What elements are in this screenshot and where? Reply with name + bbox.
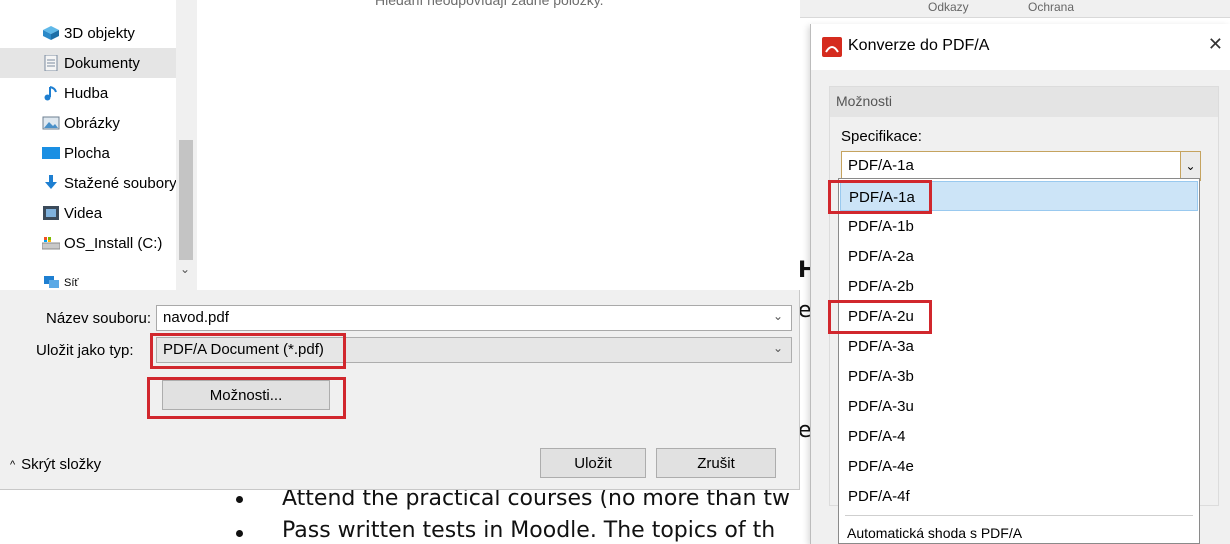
chevron-down-icon[interactable]: ⌄ [773,309,783,323]
chevron-down-icon[interactable]: ⌄ [180,262,190,276]
dropdown-option-pdfa-4f[interactable]: PDF/A-4f [840,481,1198,511]
folder-label: 3D objekty [64,24,135,42]
downloads-icon [45,175,57,189]
chevron-down-icon[interactable]: ⌄ [773,341,783,355]
folder-item-music[interactable]: Hudba [0,78,176,108]
dropdown-option-pdfa-3u[interactable]: PDF/A-3u [840,391,1198,421]
dropdown-separator [845,515,1193,516]
pdfa-dialog-title: Konverze do PDF/A [848,37,990,54]
network-icon [44,276,59,288]
folder-item-desktop[interactable]: Plocha [0,138,176,168]
folder-label: Dokumenty [64,54,140,72]
folder-item-pictures[interactable]: Obrázky [0,108,176,138]
folder-tree: 3D objekty Dokumenty Hudba Obrázky Ploch… [0,0,196,290]
folder-item-videos[interactable]: Videa [0,198,176,228]
file-list: Hledání neodpovídají žádné položky. [197,0,800,290]
dropdown-option-pdfa-1b[interactable]: PDF/A-1b [840,211,1198,241]
doc-bullet-dot-1 [236,496,243,503]
specification-value: PDF/A-1a [848,157,914,174]
cancel-button[interactable]: Zrušit [656,448,776,478]
folder-label: Síť [64,277,79,289]
folder-label: Stažené soubory [64,174,177,192]
filename-label: Název souboru: [46,310,152,327]
desktop-icon [42,147,60,159]
savetype-label: Uložit jako typ: [36,342,134,359]
dropdown-option-pdfa-4[interactable]: PDF/A-4 [840,421,1198,451]
ribbon-tab-links[interactable]: Odkazy [928,0,969,14]
save-button[interactable]: Uložit [540,448,646,478]
folder-label: OS_Install (C:) [64,234,163,252]
filename-field[interactable]: navod.pdf ⌄ [156,305,792,331]
pictures-icon [42,116,60,130]
dropdown-option-pdfa-2u[interactable]: PDF/A-2u [840,301,1198,331]
ribbon-strip: Odkazy Ochrana [800,0,1230,18]
savetype-select[interactable]: PDF/A Document (*.pdf) ⌄ [156,337,792,363]
folder-scrollbar[interactable]: ⌄ [176,0,196,290]
savetype-value: PDF/A Document (*.pdf) [163,341,324,358]
folder-label: Videa [64,204,103,222]
specification-label: Specifikace: [841,128,922,145]
drive-icon [42,237,60,250]
scrollbar-thumb[interactable] [179,140,193,260]
ribbon-tab-protection[interactable]: Ochrana [1028,0,1074,14]
hide-folders-label: Skrýt složky [21,456,102,473]
dropdown-option-pdfa-4e[interactable]: PDF/A-4e [840,451,1198,481]
save-as-dialog: 3D objekty Dokumenty Hudba Obrázky Ploch… [0,0,800,490]
folder-item-drive-c[interactable]: OS_Install (C:) [0,228,176,258]
folder-label: Hudba [64,84,109,102]
folder-item-network[interactable]: Síť [0,270,176,290]
specification-dropdown: PDF/A-1a PDF/A-1b PDF/A-2a PDF/A-2b PDF/… [838,178,1200,544]
dropdown-option-pdfa-2b[interactable]: PDF/A-2b [840,271,1198,301]
options-button[interactable]: Možnosti... [162,380,330,410]
doc-bullet-dot-2 [236,530,243,537]
music-icon [44,86,57,101]
documents-icon [44,55,58,71]
pdfa-titlebar: Konverze do PDF/A ✕ [811,24,1230,70]
doc-bullet-line-2: Pass written tests in Moodle. The topics… [282,518,776,543]
chevron-down-icon[interactable]: ⌄ [1180,152,1200,180]
dropdown-option-auto[interactable]: Automatická shoda s PDF/A [847,525,1022,541]
options-group-title: Možnosti [830,87,1218,117]
pdf-app-icon [822,37,842,57]
dropdown-option-pdfa-3b[interactable]: PDF/A-3b [840,361,1198,391]
3d-objects-icon [43,26,59,40]
chevron-up-icon: ^ [10,458,16,471]
folder-item-3d-objects[interactable]: 3D objekty [0,18,176,48]
dropdown-option-pdfa-2a[interactable]: PDF/A-2a [840,241,1198,271]
videos-icon [43,206,59,220]
folder-item-documents[interactable]: Dokumenty [0,48,176,78]
filename-value: navod.pdf [163,309,229,326]
empty-results-message: Hledání neodpovídají žádné položky. [375,0,604,8]
dropdown-option-pdfa-1a[interactable]: PDF/A-1a [840,181,1198,211]
dropdown-option-pdfa-3a[interactable]: PDF/A-3a [840,331,1198,361]
folder-label: Obrázky [64,114,120,132]
close-icon[interactable]: ✕ [1208,34,1223,55]
specification-select[interactable]: PDF/A-1a ⌄ [841,151,1201,181]
folder-label: Plocha [64,144,110,162]
folder-item-downloads[interactable]: Stažené soubory [0,168,177,198]
hide-folders-toggle[interactable]: ^ Skrýt složky [10,456,101,473]
